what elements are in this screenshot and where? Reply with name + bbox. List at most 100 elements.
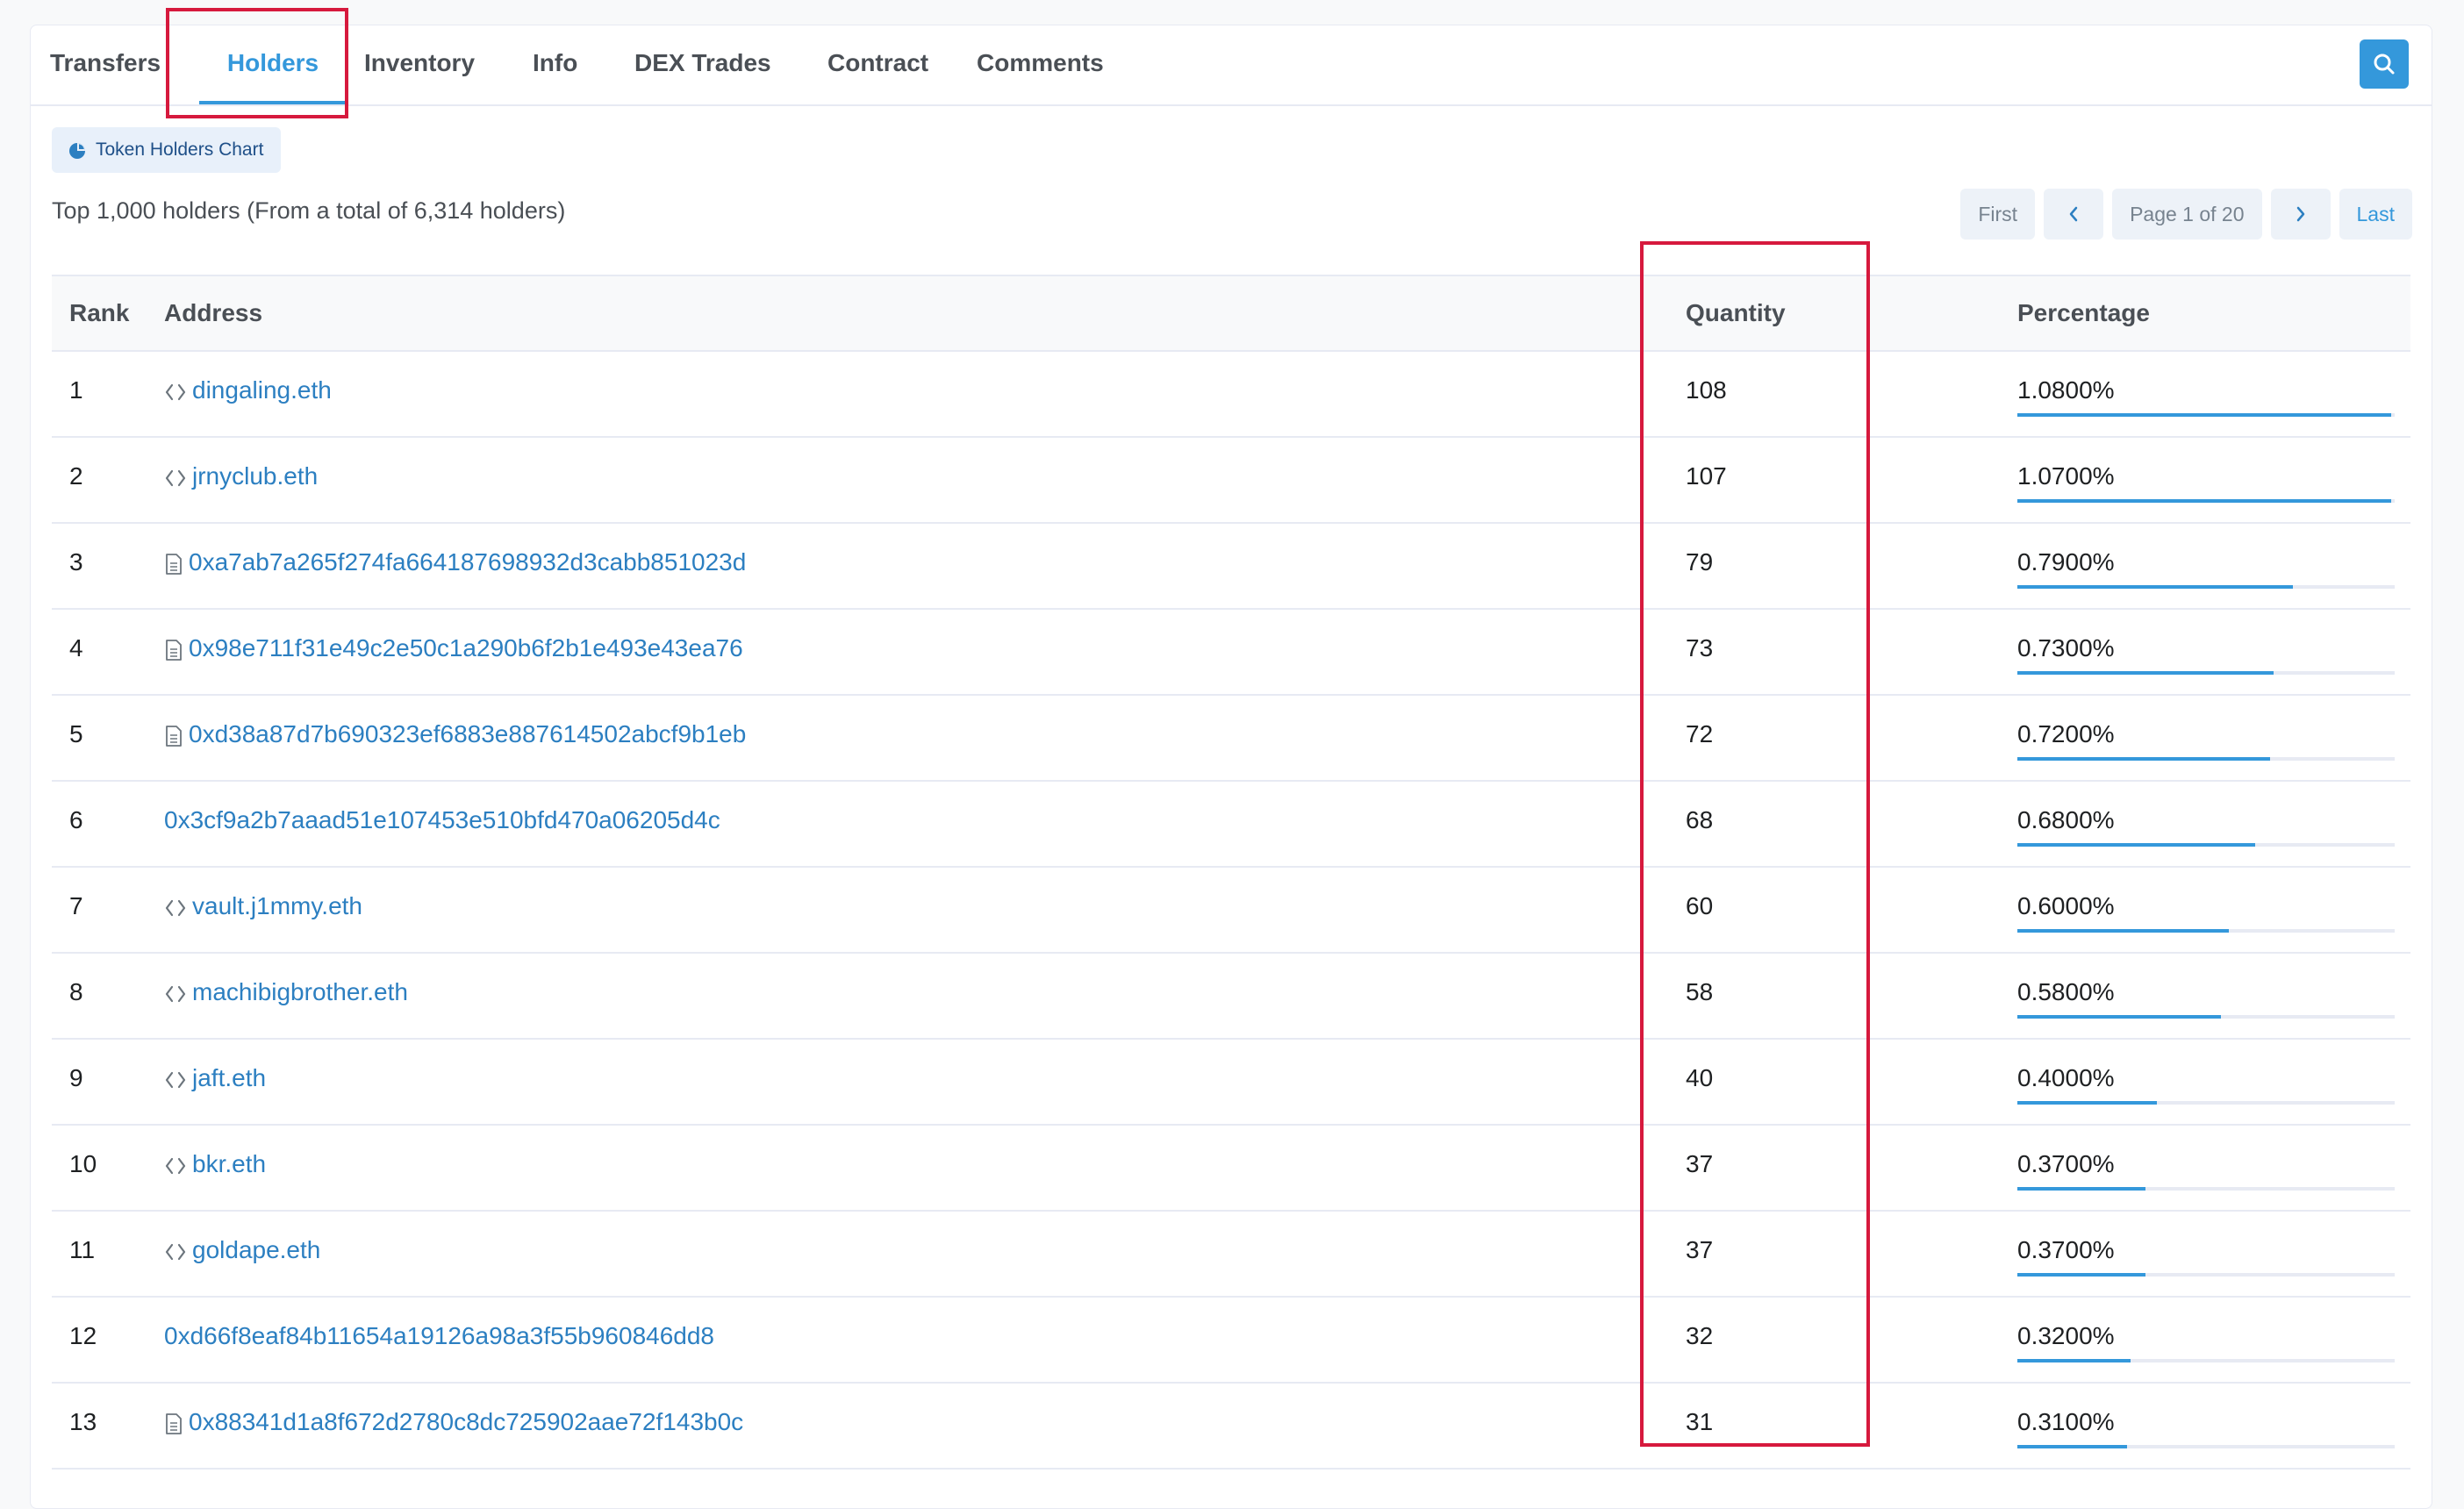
document-icon: [166, 553, 182, 575]
quantity-cell: 58: [1686, 978, 1714, 1005]
percentage-bar-fill: [2017, 843, 2255, 847]
code-icon: [165, 383, 186, 400]
address-cell: 0x98e711f31e49c2e50c1a290b6f2b1e493e43ea…: [164, 610, 743, 687]
pie-chart-icon: [69, 143, 85, 159]
quantity-cell: 79: [1686, 548, 1714, 576]
rank-cell: 13: [69, 1408, 97, 1435]
tab-transfers[interactable]: Transfers: [50, 25, 161, 104]
percentage-bar-fill: [2017, 499, 2391, 503]
address-link[interactable]: 0xd38a87d7b690323ef6883e887614502abcf9b1…: [189, 720, 746, 747]
document-icon: [166, 639, 182, 661]
code-icon: [165, 469, 186, 486]
percentage-cell: 0.4000%: [2017, 1064, 2115, 1091]
code-icon: [165, 1157, 186, 1174]
percentage-cell: 0.3700%: [2017, 1236, 2115, 1263]
address-link[interactable]: jaft.eth: [192, 1064, 266, 1091]
code-icon: [165, 985, 186, 1002]
rank-cell: 3: [69, 548, 83, 576]
table-row: 13 0x88341d1a8f672d2780c8dc725902aae72f14…: [52, 1384, 2410, 1470]
quantity-cell: 107: [1686, 462, 1727, 490]
quantity-cell: 60: [1686, 892, 1714, 919]
address-cell: goldape.eth: [164, 1212, 320, 1289]
code-icon: [165, 1243, 186, 1260]
percentage-bar-fill: [2017, 757, 2271, 761]
address-link[interactable]: 0xa7ab7a265f274fa664187698932d3cabb85102…: [189, 548, 746, 576]
chevron-left-icon: [2069, 206, 2078, 222]
rank-cell: 1: [69, 376, 83, 404]
code-icon: [165, 1071, 186, 1088]
percentage-cell: 1.0700%: [2017, 462, 2115, 490]
tab-holders-label: Holders: [226, 49, 319, 76]
address-link[interactable]: goldape.eth: [192, 1236, 320, 1263]
percentage-bar-track: [2017, 1445, 2395, 1448]
percentage-bar-fill: [2017, 929, 2229, 933]
tab-inventory[interactable]: Inventory: [364, 25, 475, 104]
percentage-bar-fill: [2017, 1015, 2222, 1019]
address-cell: machibigbrother.eth: [164, 954, 408, 1031]
percentage-bar-fill: [2017, 671, 2274, 675]
percentage-cell: 0.3700%: [2017, 1150, 2115, 1177]
percentage-bar-track: [2017, 499, 2395, 503]
rank-cell: 2: [69, 462, 83, 490]
first-page-button[interactable]: First: [1960, 189, 2036, 240]
percentage-cell: 0.5800%: [2017, 978, 2115, 1005]
table-row: 10 bkr.eth 37 0.3700%: [52, 1126, 2410, 1212]
tab-dex-trades[interactable]: DEX Trades: [634, 25, 771, 104]
address-link[interactable]: jrnyclub.eth: [192, 462, 318, 490]
quantity-cell: 37: [1686, 1236, 1714, 1263]
search-icon: [2374, 54, 2395, 75]
address-cell: jaft.eth: [164, 1040, 266, 1117]
tab-contract[interactable]: Contract: [827, 25, 928, 104]
address-cell: 0xa7ab7a265f274fa664187698932d3cabb85102…: [164, 524, 746, 601]
percentage-bar-track: [2017, 1359, 2395, 1362]
next-page-button[interactable]: [2270, 189, 2331, 240]
quantity-cell: 73: [1686, 634, 1714, 662]
table-row: 11 goldape.eth 37 0.3700%: [52, 1212, 2410, 1298]
percentage-bar-fill: [2017, 1445, 2127, 1448]
address-link[interactable]: machibigbrother.eth: [192, 978, 408, 1005]
address-link[interactable]: dingaling.eth: [192, 376, 332, 404]
address-link[interactable]: 0x98e711f31e49c2e50c1a290b6f2b1e493e43ea…: [189, 634, 743, 662]
percentage-bar-track: [2017, 757, 2395, 761]
tab-comments[interactable]: Comments: [977, 25, 1104, 104]
table-row: 7 vault.j1mmy.eth 60 0.6000%: [52, 868, 2410, 954]
percentage-cell: 0.3100%: [2017, 1408, 2115, 1435]
rank-cell: 4: [69, 634, 83, 662]
address-link[interactable]: 0x3cf9a2b7aaad51e107453e510bfd470a06205d…: [164, 806, 720, 833]
address-link[interactable]: 0x88341d1a8f672d2780c8dc725902aae72f143b…: [189, 1408, 743, 1435]
address-cell: 0xd38a87d7b690323ef6883e887614502abcf9b1…: [164, 696, 746, 773]
table-row: 5 0xd38a87d7b690323ef6883e887614502abcf9b…: [52, 696, 2410, 782]
rank-cell: 9: [69, 1064, 83, 1091]
percentage-bar-track: [2017, 929, 2395, 933]
tab-info[interactable]: Info: [533, 25, 577, 104]
rank-cell: 11: [69, 1236, 96, 1263]
rank-cell: 10: [69, 1150, 97, 1177]
address-link[interactable]: vault.j1mmy.eth: [192, 892, 362, 919]
previous-page-button[interactable]: [2044, 189, 2104, 240]
active-tab-underline: [199, 101, 347, 104]
address-cell: 0x3cf9a2b7aaad51e107453e510bfd470a06205d…: [164, 782, 720, 859]
quantity-cell: 72: [1686, 720, 1714, 747]
percentage-bar-track: [2017, 1273, 2395, 1277]
percentage-bar-track: [2017, 413, 2395, 417]
search-button[interactable]: [2360, 39, 2409, 89]
address-cell: 0x88341d1a8f672d2780c8dc725902aae72f143b…: [164, 1384, 743, 1461]
percentage-bar-fill: [2017, 1101, 2158, 1105]
tab-holders[interactable]: Holders: [199, 25, 347, 104]
percentage-column-header: Percentage: [2017, 299, 2150, 326]
percentage-bar-fill: [2017, 413, 2391, 417]
address-link[interactable]: bkr.eth: [192, 1150, 266, 1177]
rank-cell: 6: [69, 806, 83, 833]
quantity-cell: 40: [1686, 1064, 1714, 1091]
code-icon: [165, 899, 186, 916]
address-link[interactable]: 0xd66f8eaf84b11654a19126a98a3f55b960846d…: [164, 1322, 714, 1349]
table-row: 4 0x98e711f31e49c2e50c1a290b6f2b1e493e43e…: [52, 610, 2410, 696]
quantity-cell: 68: [1686, 806, 1714, 833]
address-cell: vault.j1mmy.eth: [164, 868, 362, 945]
address-cell: dingaling.eth: [164, 352, 332, 429]
last-page-button[interactable]: Last: [2339, 189, 2412, 240]
token-holders-chart-button[interactable]: Token Holders Chart: [52, 127, 282, 173]
table-row: 9 jaft.eth 40 0.4000%: [52, 1040, 2410, 1126]
quantity-cell: 37: [1686, 1150, 1714, 1177]
quantity-cell: 108: [1686, 376, 1727, 404]
